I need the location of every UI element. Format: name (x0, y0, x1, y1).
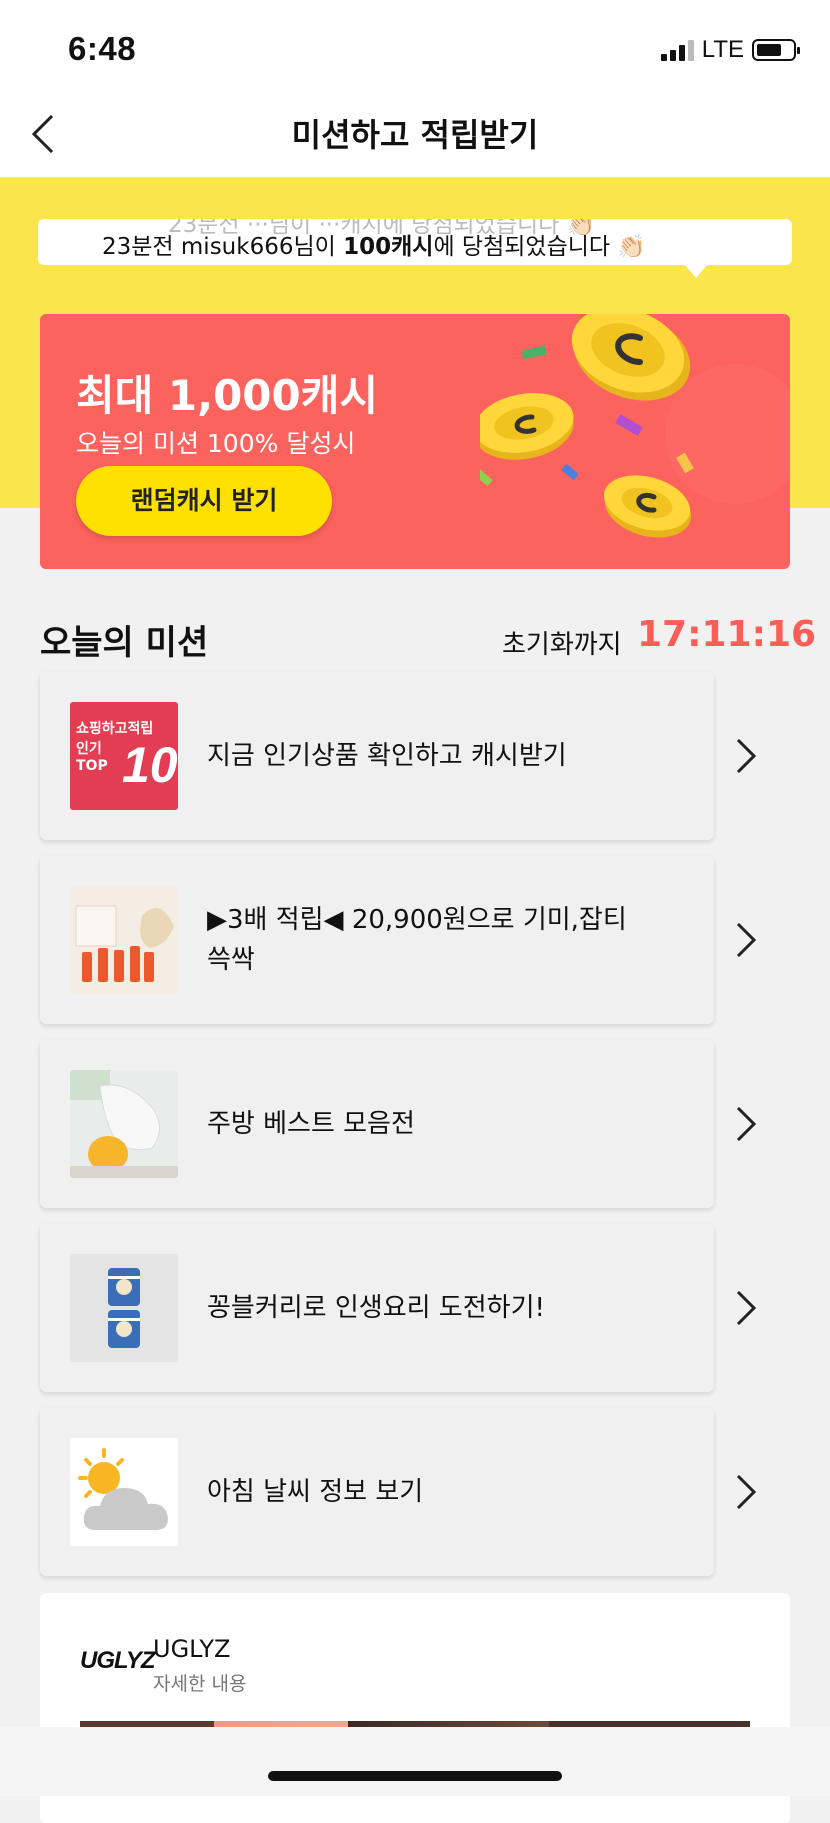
ticker-prefix: 23분전 misuk666님이 (102, 234, 344, 260)
home-indicator[interactable] (268, 1771, 562, 1781)
page-title: 미션하고 적립받기 (291, 116, 539, 154)
reset-timer: 17:11:16 (637, 614, 817, 655)
curry-can-image (70, 1254, 178, 1362)
chevron-right-icon (736, 738, 757, 774)
chevron-right-icon (736, 1474, 757, 1510)
network-type: LTE (701, 36, 744, 63)
promo-title: 최대 1,000캐시 (76, 371, 379, 420)
mission-item-popular-products[interactable]: 쇼핑하고적립 인기 TOP 10 지금 인기상품 확인하고 캐시받기 (40, 672, 757, 840)
nav-bar: 미션하고 적립받기 (0, 92, 830, 178)
promo-banner: 최대 1,000캐시 오늘의 미션 100% 달성시 랜덤캐시 받기 (40, 314, 790, 569)
top10-thumbnail: 쇼핑하고적립 인기 TOP 10 (70, 702, 178, 810)
kitchen-gloves-image (70, 1070, 178, 1178)
mission-label: 아침 날씨 정보 보기 (207, 1477, 424, 1507)
mission-label: 지금 인기상품 확인하고 캐시받기 (207, 741, 567, 771)
ticker-suffix: 에 당첨되었습니다 👏🏻 (433, 234, 646, 260)
weather-icon (70, 1438, 178, 1546)
thumb-line3: TOP (76, 758, 108, 774)
mission-item-lipstick-promo[interactable]: ▶3배 적립◀ 20,900원으로 기미,잡티 쓱싹 (40, 856, 757, 1024)
mission-label: 꽁블커리로 인생요리 도전하기! (207, 1293, 545, 1323)
mission-label: 주방 베스트 모음전 (207, 1109, 415, 1139)
random-cash-button[interactable]: 랜덤캐시 받기 (76, 466, 332, 536)
status-time: 6:48 (68, 30, 137, 67)
thumb-line2: 인기 (76, 741, 102, 757)
ticker-message: 23분전 misuk666님이 100캐시에 당첨되었습니다 👏🏻 (102, 227, 646, 261)
lipstick-product-image (70, 886, 178, 994)
missions-section-title: 오늘의 미션 (40, 623, 209, 663)
chevron-right-icon (736, 1290, 757, 1326)
thumb-number: 10 (122, 737, 178, 793)
battery-icon (752, 39, 800, 61)
mission-label: ▶3배 적립◀ 20,900원으로 기미,잡티 쓱싹 (207, 905, 627, 975)
thumb-line1: 쇼핑하고적립 (76, 721, 154, 737)
coin-icon (480, 314, 790, 538)
ticker-amount: 100캐시 (343, 234, 434, 260)
promo-subtitle: 오늘의 미션 100% 달성시 (76, 429, 356, 458)
chevron-right-icon (736, 1106, 757, 1142)
status-indicators: LTE (660, 36, 800, 64)
winner-ticker: 23분전 ···님이 ···캐시에 당첨되었습니다 👏🏻 23분전 misuk6… (38, 219, 792, 265)
ad-detail-link[interactable]: 자세한 내용 (153, 1669, 246, 1696)
chevron-right-icon (736, 922, 757, 958)
signal-icon (660, 39, 694, 61)
mission-item-kitchen-best[interactable]: 주방 베스트 모음전 (40, 1040, 757, 1208)
home-indicator-area (0, 1727, 830, 1796)
mission-item-curry-challenge[interactable]: 꽁블커리로 인생요리 도전하기! (40, 1224, 757, 1392)
ticker-pointer (684, 264, 708, 278)
timer-label: 초기화까지 (502, 630, 622, 660)
status-bar: 6:48 LTE (0, 0, 830, 92)
brand-logo: UGLYZ (80, 1647, 156, 1674)
ad-brand-name: UGLYZ (153, 1635, 231, 1663)
mission-item-weather[interactable]: 아침 날씨 정보 보기 (40, 1408, 757, 1576)
